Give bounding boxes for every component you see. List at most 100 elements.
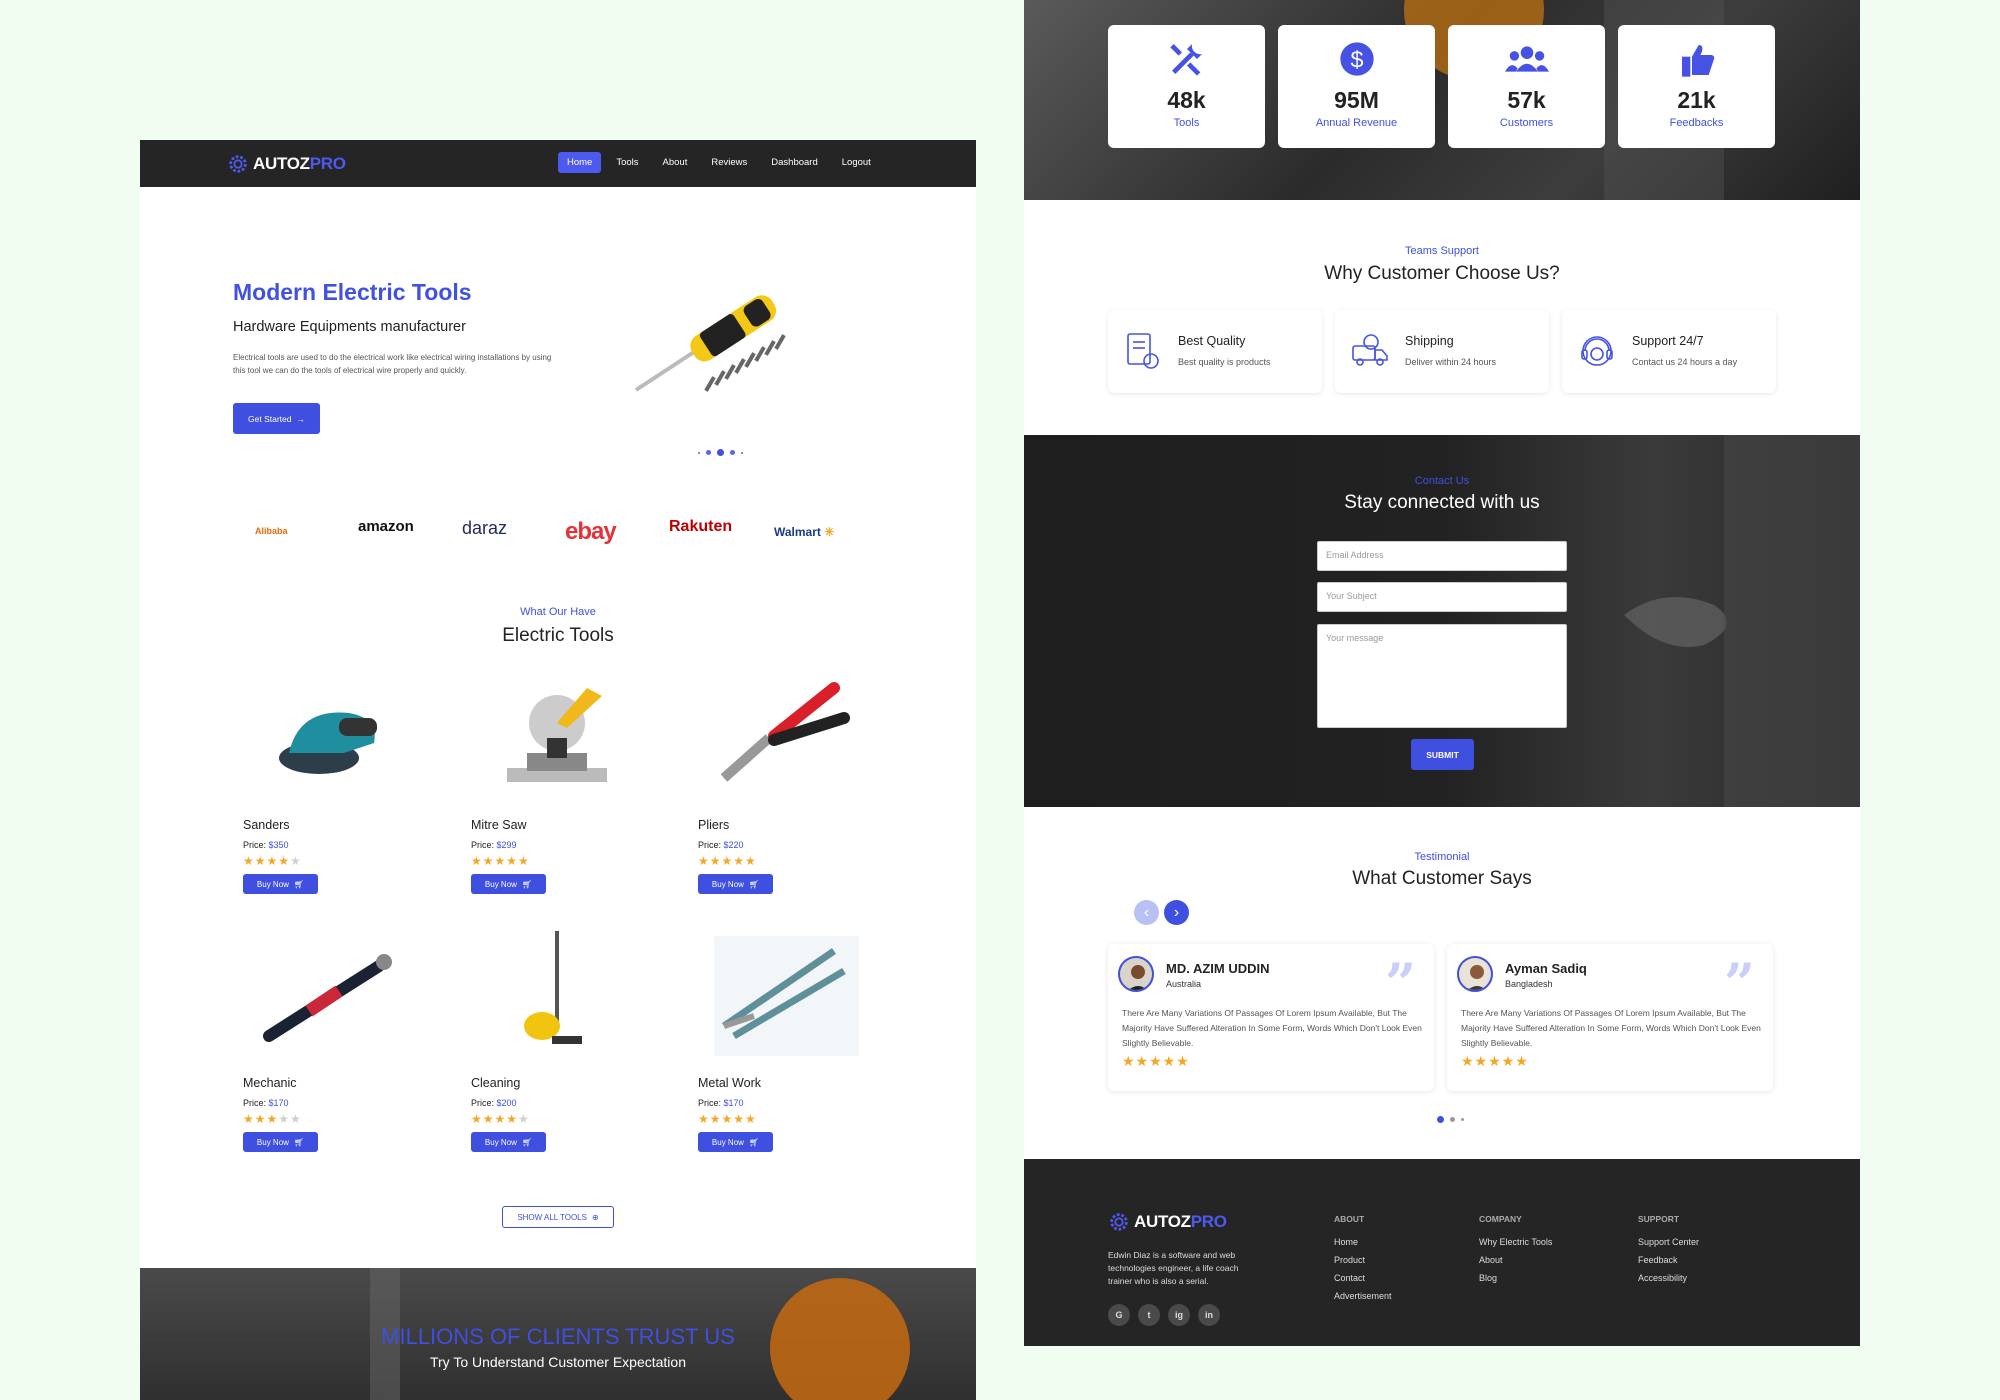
footer-link[interactable]: Accessibility: [1638, 1273, 1687, 1283]
why-title: Why Customer Choose Us?: [1324, 263, 1560, 284]
nav-about[interactable]: About: [654, 152, 697, 173]
arrow-right-icon: →: [296, 413, 305, 424]
footer-link[interactable]: Home: [1334, 1237, 1358, 1247]
buy-now-button[interactable]: Buy Now 🛒︎: [698, 874, 773, 894]
partner-daraz: daraz: [462, 518, 508, 538]
twitter-icon[interactable]: t: [1138, 1304, 1160, 1326]
show-all-tools-button[interactable]: SHOW ALL TOOLS ⊕: [502, 1206, 614, 1228]
partner-alibaba: Alibaba: [255, 526, 288, 536]
steam-cleaner-image: [524, 931, 582, 1044]
buy-now-button[interactable]: Buy Now 🛒︎: [471, 1132, 546, 1152]
footer-link[interactable]: Feedback: [1638, 1255, 1678, 1265]
footer-logo[interactable]: AUTOZ PRO: [1108, 1211, 1227, 1233]
buy-now-label: Buy Now: [711, 879, 744, 889]
svg-text:$: $: [1350, 46, 1363, 72]
subject-input[interactable]: Your Subject: [1317, 582, 1567, 612]
partner-amazon: amazon: [358, 518, 414, 535]
buy-now-button[interactable]: Buy Now 🛒︎: [243, 1132, 318, 1152]
google-icon[interactable]: G: [1108, 1304, 1130, 1326]
cart-icon: 🛒︎: [748, 879, 760, 889]
footer-link[interactable]: Advertisement: [1334, 1291, 1392, 1301]
gear-logo-icon: [1110, 1213, 1128, 1231]
footer-link[interactable]: Why Electric Tools: [1479, 1237, 1552, 1247]
buy-now-button[interactable]: Buy Now 🛒︎: [243, 874, 318, 894]
navbar: AUTOZ PRO Home Tools About Reviews Dashbo…: [140, 140, 976, 187]
stat-card: 57k Customers: [1448, 25, 1605, 148]
prev-arrow-button[interactable]: ‹: [1134, 900, 1159, 925]
partner-walmart-text: Walmart: [774, 525, 821, 539]
dot[interactable]: [1461, 1118, 1464, 1121]
product-price: Price: $170: [243, 1098, 289, 1108]
nav-logout[interactable]: Logout: [833, 152, 880, 173]
feature-card: Support 24/7 Contact us 24 hours a day: [1562, 310, 1776, 393]
dot-active[interactable]: [717, 449, 724, 456]
screwdriver-image: [634, 295, 786, 392]
email-input[interactable]: Email Address: [1317, 541, 1567, 571]
feature-title: Shipping: [1405, 334, 1454, 348]
product-card: Mitre Saw Price: $299 ★★★★★ Buy Now 🛒︎: [467, 668, 647, 918]
nav-tools[interactable]: Tools: [607, 152, 647, 173]
product-price: Price: $220: [698, 840, 744, 850]
dot[interactable]: [730, 450, 735, 455]
trust-subtitle: Try To Understand Customer Expectation: [429, 1354, 686, 1370]
contact-title: Stay connected with us: [1344, 492, 1540, 513]
why-kicker: Teams Support: [1405, 245, 1479, 257]
testimonial-text: There Are Many Variations Of Passages Of…: [1122, 1008, 1422, 1048]
footer-link[interactable]: Contact: [1334, 1273, 1365, 1283]
buy-now-button[interactable]: Buy Now 🛒︎: [471, 874, 546, 894]
footer-link[interactable]: Support Center: [1638, 1237, 1699, 1247]
chevron-right-icon: ›: [1173, 903, 1180, 921]
feature-card: Best Quality Best quality is products: [1108, 310, 1322, 393]
torque-wrench-image: [263, 954, 392, 1042]
arrow-circle-icon: ⊕: [591, 1212, 599, 1222]
stat-card: 21k Feedbacks: [1618, 25, 1775, 148]
nav-reviews[interactable]: Reviews: [702, 152, 756, 173]
get-started-button[interactable]: Get Started →: [233, 403, 320, 434]
chevron-left-icon: ‹: [1143, 903, 1150, 921]
price-value: $350: [268, 840, 289, 850]
message-textarea[interactable]: Your message: [1317, 624, 1567, 728]
product-name: Cleaning: [471, 1076, 521, 1090]
quote-icon: ”: [1723, 951, 1755, 1015]
feature-title: Best Quality: [1178, 334, 1246, 348]
metal-snips-image: [714, 936, 859, 1056]
buy-now-button[interactable]: Buy Now 🛒︎: [698, 1132, 773, 1152]
dot[interactable]: [1450, 1117, 1455, 1122]
buy-now-label: Buy Now: [484, 879, 517, 889]
linkedin-icon[interactable]: in: [1198, 1304, 1220, 1326]
quote-icon: ”: [1384, 951, 1416, 1015]
footer-link[interactable]: Blog: [1479, 1273, 1497, 1283]
dot[interactable]: [741, 451, 743, 454]
testimonial-rating: ★★★★★: [1122, 1053, 1190, 1069]
logo[interactable]: AUTOZ PRO: [227, 153, 346, 175]
footer-about-text: Edwin Diaz is a software and web technol…: [1108, 1250, 1239, 1286]
logo-text-a: AUTOZ: [253, 154, 310, 173]
price-value: $170: [723, 1098, 744, 1108]
price-value: $200: [496, 1098, 517, 1108]
dot-active[interactable]: [1437, 1116, 1444, 1123]
dot[interactable]: [698, 451, 700, 454]
instagram-icon[interactable]: ig: [1168, 1304, 1190, 1326]
footer-link[interactable]: About: [1479, 1255, 1503, 1265]
testimonial-country: Australia: [1166, 979, 1202, 989]
product-rating: ★★★★★: [243, 854, 302, 868]
footer-link[interactable]: Product: [1334, 1255, 1365, 1265]
submit-button[interactable]: SUBMIT: [1411, 739, 1474, 770]
get-started-label: Get Started: [248, 413, 292, 424]
product-card: Metal Work Price: $170 ★★★★★ Buy Now 🛒︎: [694, 926, 874, 1176]
product-card: Mechanic Price: $170 ★★★★★ Buy Now 🛒︎: [239, 926, 419, 1176]
dollar-icon: $: [1339, 42, 1374, 76]
cart-icon: 🛒︎: [293, 879, 305, 889]
stat-value: 95M: [1334, 87, 1379, 113]
nav-dashboard[interactable]: Dashboard: [762, 152, 826, 173]
tools-icon: [1169, 44, 1202, 76]
next-arrow-button[interactable]: ›: [1164, 900, 1189, 925]
product-rating: ★★★★★: [698, 1112, 757, 1126]
nav-home[interactable]: Home: [558, 152, 602, 173]
price-label: Price:: [471, 1098, 495, 1108]
product-card: Sanders Price: $350 ★★★★★ Buy Now 🛒︎: [239, 668, 419, 918]
cart-icon: 🛒︎: [293, 1137, 305, 1147]
hero-title: Modern Electric Tools: [233, 279, 472, 305]
main-menu: Home Tools About Reviews Dashboard Logou…: [558, 152, 880, 173]
dot[interactable]: [706, 450, 711, 455]
